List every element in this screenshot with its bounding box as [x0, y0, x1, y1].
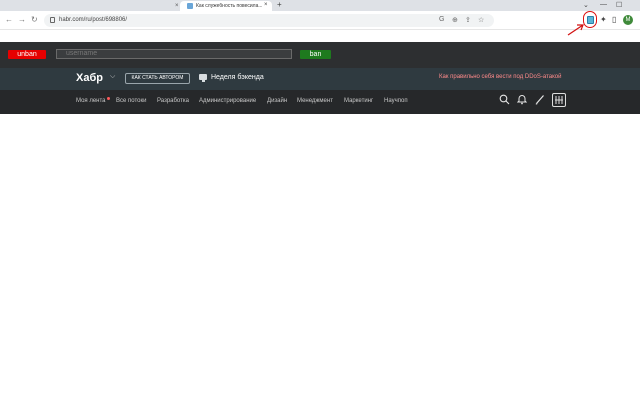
browser-tab-inactive[interactable]: × — [4, 1, 179, 11]
url-text: habr.com/ru/post/698806/ — [59, 17, 128, 23]
nav-my-feed[interactable]: Моя лента — [76, 98, 106, 104]
user-avatar-icon — [555, 96, 563, 104]
become-author-button[interactable]: КАК СТАТЬ АВТОРОМ — [125, 73, 190, 84]
close-tab-icon[interactable]: × — [264, 2, 268, 8]
maximize-button[interactable]: ☐ — [616, 1, 622, 9]
zoom-icon[interactable]: ⊕ — [452, 16, 458, 24]
browser-tab-active[interactable]: Как служебность повесила... × — [180, 1, 272, 11]
search-icon[interactable] — [499, 94, 510, 105]
nav-marketing[interactable]: Маркетинг — [344, 98, 373, 104]
nav-management[interactable]: Менеджмент — [297, 98, 333, 104]
lock-icon — [50, 17, 55, 23]
side-panel-icon[interactable]: ▯ — [612, 15, 616, 24]
nav-popsci[interactable]: Научпоп — [384, 98, 408, 104]
ban-button[interactable]: ban — [300, 50, 331, 59]
extensions-puzzle-icon[interactable]: ✦ — [600, 15, 607, 24]
nav-administration[interactable]: Администрирование — [199, 98, 256, 104]
google-icon[interactable]: G — [439, 16, 444, 23]
tab-title: Как служебность повесила... — [196, 3, 262, 9]
new-badge-dot — [107, 97, 110, 100]
minimize-button[interactable]: — — [600, 1, 607, 8]
bell-icon[interactable] — [517, 94, 527, 105]
username-input[interactable]: username — [56, 49, 292, 59]
chevron-down-icon[interactable]: ⌵ — [110, 73, 115, 81]
monitor-stand — [202, 80, 205, 82]
reload-icon[interactable]: ↻ — [31, 15, 38, 24]
nav-all-streams[interactable]: Все потоки — [116, 98, 146, 104]
nav-development[interactable]: Разработка — [157, 98, 189, 104]
pen-icon[interactable] — [535, 94, 545, 105]
habr-favicon-icon — [187, 3, 193, 9]
share-icon[interactable]: ⇪ — [465, 16, 471, 24]
extension-icon[interactable] — [587, 16, 594, 24]
user-profile-button[interactable] — [552, 93, 566, 107]
habr-logo[interactable]: Хабр — [76, 72, 103, 84]
unban-button[interactable]: unban — [8, 50, 46, 59]
back-icon[interactable]: ← — [5, 15, 13, 24]
new-tab-button[interactable]: + — [277, 0, 282, 9]
address-bar[interactable]: habr.com/ru/post/698806/ G ⊕ ⇪ ☆ — [44, 14, 494, 27]
bookmark-star-icon[interactable]: ☆ — [478, 16, 484, 24]
page-content-area — [0, 114, 640, 400]
nav-design[interactable]: Дизайн — [267, 98, 287, 104]
forward-icon[interactable]: → — [18, 15, 26, 24]
annotation-arrow — [567, 24, 584, 36]
profile-avatar[interactable]: M — [623, 15, 633, 25]
tab-search-icon[interactable]: ⌄ — [583, 1, 589, 9]
close-tab-icon[interactable]: × — [175, 3, 179, 9]
backend-week-link[interactable]: Неделя бэкенда — [211, 74, 264, 81]
ddos-promo-link[interactable]: Как правильно себя вести под DDoS-атакой — [439, 74, 561, 80]
